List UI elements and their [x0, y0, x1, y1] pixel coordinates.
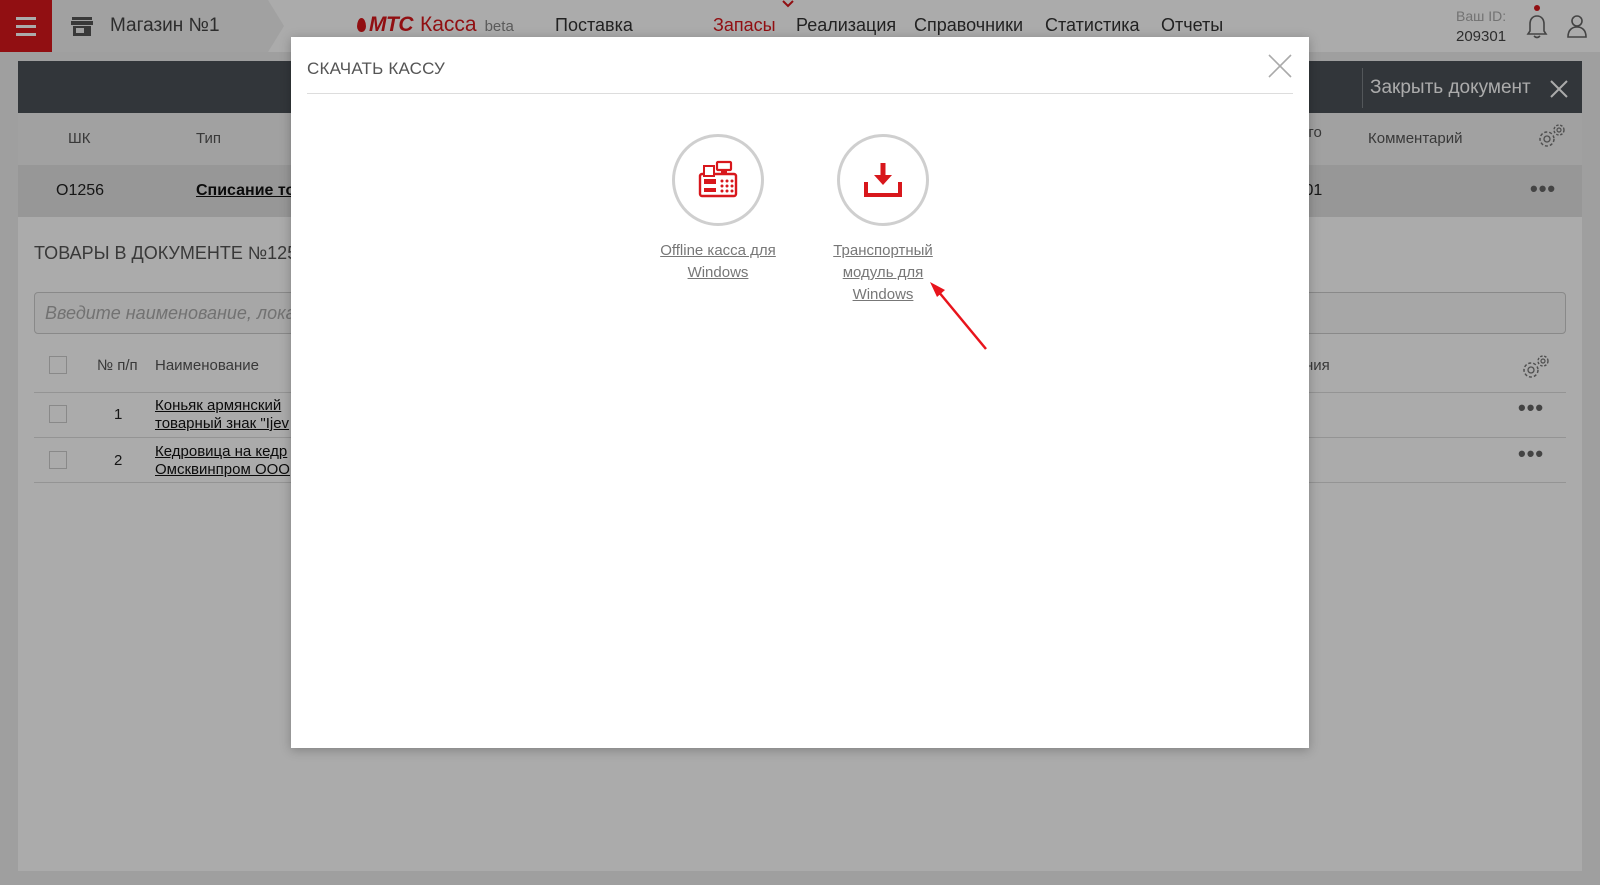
offline-kassa-link[interactable]: Offline касса для Windows [648, 240, 788, 284]
offline-kassa-circle[interactable] [672, 134, 764, 226]
download-transport-module[interactable]: Транспортный модуль для Windows [813, 134, 953, 306]
transport-module-label-line2[interactable]: модуль для [813, 262, 953, 284]
close-icon[interactable] [1267, 53, 1293, 79]
transport-module-link[interactable]: Транспортный модуль для Windows [813, 240, 953, 306]
modal-divider [307, 93, 1293, 94]
cash-register-icon [698, 160, 738, 198]
offline-kassa-label-line2[interactable]: Windows [648, 262, 788, 284]
transport-module-circle[interactable] [837, 134, 929, 226]
download-icon [864, 163, 902, 197]
download-kassa-modal: СКАЧАТЬ КАССУ Offline касса для Windows [291, 37, 1309, 748]
transport-module-label-line1[interactable]: Транспортный [813, 240, 953, 262]
transport-module-label-line3[interactable]: Windows [813, 284, 953, 306]
download-offline-kassa[interactable]: Offline касса для Windows [648, 134, 788, 284]
modal-title: СКАЧАТЬ КАССУ [307, 59, 446, 78]
offline-kassa-label-line1[interactable]: Offline касса для [648, 240, 788, 262]
